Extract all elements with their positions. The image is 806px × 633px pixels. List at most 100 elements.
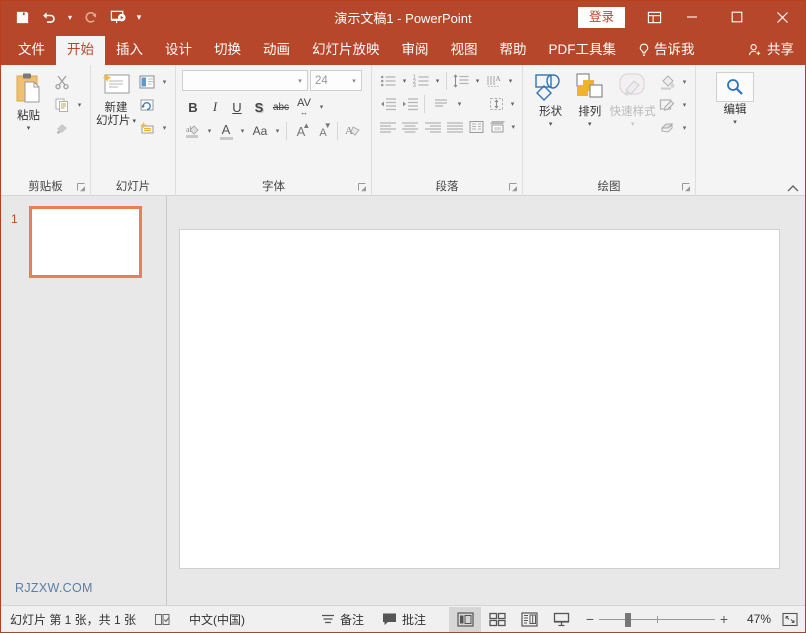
collapse-ribbon-button[interactable] [787, 184, 799, 193]
tab-view[interactable]: 视图 [440, 36, 489, 65]
maximize-button[interactable] [714, 1, 759, 33]
font-name-input[interactable]: ▾ [182, 70, 308, 91]
font-color-button[interactable]: A [215, 120, 237, 142]
reading-view-button[interactable] [513, 607, 545, 632]
align-left-icon[interactable] [377, 116, 399, 137]
decrease-indent-icon[interactable] [377, 93, 399, 114]
drawing-dialog-launcher[interactable] [682, 183, 691, 192]
clipboard-dialog-launcher[interactable] [77, 183, 86, 192]
shape-fill-icon[interactable] [656, 72, 678, 93]
tab-insert[interactable]: 插入 [105, 36, 154, 65]
line-spacing-caret[interactable]: ▾ [472, 70, 483, 91]
tab-slideshow[interactable]: 幻灯片放映 [301, 36, 391, 65]
shapes-button[interactable]: 形状 ▾ [531, 69, 570, 176]
zoom-level-label[interactable]: 47% [733, 612, 771, 626]
tab-pdf-toolkit[interactable]: PDF工具集 [538, 36, 628, 65]
text-direction-icon[interactable]: A [483, 70, 505, 91]
slide-thumbnail-1[interactable] [29, 206, 142, 278]
paste-caret[interactable]: ▾ [27, 124, 31, 132]
numbered-list-icon[interactable]: 123 [410, 70, 432, 91]
smartart-caret[interactable]: ▾ [509, 116, 518, 137]
ribbon-display-options-icon[interactable] [639, 2, 669, 32]
shape-effects-caret[interactable]: ▾ [679, 118, 690, 139]
find-button[interactable]: 编辑 ▾ [710, 69, 760, 176]
slide-sorter-button[interactable] [481, 607, 513, 632]
save-icon[interactable] [9, 5, 35, 29]
undo-icon[interactable] [36, 5, 62, 29]
notes-button[interactable]: 备注 [312, 606, 373, 633]
cut-scissors-icon[interactable] [51, 72, 73, 93]
reset-slide-icon[interactable] [136, 95, 158, 116]
align-text-vertical-caret[interactable]: ▾ [507, 93, 518, 114]
clear-formatting-icon[interactable]: A [341, 120, 363, 142]
bullet-list-caret[interactable]: ▾ [399, 70, 410, 91]
section-caret[interactable]: ▾ [159, 118, 170, 139]
slide-count-status[interactable]: 幻灯片 第 1 张，共 1 张 [1, 606, 145, 633]
tab-help[interactable]: 帮助 [489, 36, 538, 65]
comments-button[interactable]: 批注 [373, 606, 435, 633]
tab-design[interactable]: 设计 [154, 36, 203, 65]
copy-icon[interactable] [51, 95, 73, 116]
text-highlight-caret[interactable]: ▾ [204, 121, 215, 142]
align-text-vertical-icon[interactable] [485, 93, 507, 114]
align-center-icon[interactable] [399, 116, 421, 137]
character-spacing-button[interactable]: AV ↔ [292, 96, 316, 118]
copy-caret[interactable]: ▾ [74, 95, 85, 116]
underline-button[interactable]: U [226, 96, 248, 118]
bullet-list-icon[interactable] [377, 70, 399, 91]
fit-slide-button[interactable] [775, 612, 805, 627]
increase-indent-icon[interactable] [399, 93, 421, 114]
decrease-font-size-button[interactable]: A ▼ [312, 120, 334, 142]
find-caret[interactable]: ▾ [733, 118, 737, 126]
italic-button[interactable]: I [204, 96, 226, 118]
bold-button[interactable]: B [182, 96, 204, 118]
paste-button[interactable]: 粘贴 ▾ [6, 69, 51, 176]
columns-icon[interactable] [466, 116, 488, 137]
slide-layout-icon[interactable] [136, 72, 158, 93]
font-color-caret[interactable]: ▾ [237, 121, 248, 142]
shape-outline-caret[interactable]: ▾ [679, 95, 690, 116]
layout-caret[interactable]: ▾ [159, 72, 170, 93]
tab-review[interactable]: 审阅 [391, 36, 440, 65]
convert-to-smartart-icon[interactable] [488, 116, 509, 137]
shapes-caret[interactable]: ▾ [549, 120, 553, 128]
shape-outline-icon[interactable] [656, 95, 678, 116]
tell-me-button[interactable]: 告诉我 [627, 36, 706, 65]
justify-icon[interactable] [444, 116, 466, 137]
paragraph-spacing-caret[interactable]: ▾ [454, 93, 465, 114]
tab-transitions[interactable]: 切换 [203, 36, 252, 65]
zoom-slider[interactable] [599, 606, 715, 633]
font-name-caret[interactable]: ▾ [293, 77, 307, 85]
text-direction-caret[interactable]: ▾ [505, 70, 516, 91]
normal-view-button[interactable] [449, 606, 481, 632]
text-highlight-icon[interactable]: ab [182, 120, 204, 142]
shape-effects-icon[interactable] [656, 118, 678, 139]
start-slideshow-icon[interactable] [105, 5, 131, 29]
font-size-input[interactable]: 24 ▾ [310, 70, 362, 91]
zoom-slider-handle[interactable] [625, 612, 631, 627]
font-size-caret[interactable]: ▾ [347, 77, 361, 85]
tab-file[interactable]: 文件 [7, 36, 56, 65]
align-right-icon[interactable] [421, 116, 443, 137]
minimize-button[interactable] [669, 1, 714, 33]
new-slide-button[interactable]: 新建 幻灯片 ▾ [96, 69, 136, 176]
format-painter-icon[interactable] [51, 118, 73, 139]
strikethrough-button[interactable]: abc [270, 96, 292, 118]
zoom-in-button[interactable]: + [715, 611, 733, 627]
undo-dropdown-caret[interactable]: ▾ [63, 5, 77, 29]
arrange-caret[interactable]: ▾ [588, 120, 592, 128]
shape-fill-caret[interactable]: ▾ [679, 72, 690, 93]
sign-in-button[interactable]: 登录 [577, 6, 625, 28]
line-spacing-icon[interactable] [450, 70, 472, 91]
spell-check-button[interactable] [145, 606, 180, 633]
text-shadow-button[interactable]: S [248, 96, 270, 118]
tab-home[interactable]: 开始 [56, 35, 105, 65]
character-spacing-caret[interactable]: ▾ [316, 97, 327, 118]
change-case-caret[interactable]: ▾ [272, 121, 283, 142]
share-button[interactable]: 共享 [737, 36, 805, 65]
numbered-list-caret[interactable]: ▾ [432, 70, 443, 91]
customize-qat-caret[interactable]: ▾ [132, 5, 146, 29]
close-button[interactable] [759, 1, 805, 33]
increase-font-size-button[interactable]: A ▲ [290, 120, 312, 142]
slide-canvas[interactable] [179, 229, 780, 569]
